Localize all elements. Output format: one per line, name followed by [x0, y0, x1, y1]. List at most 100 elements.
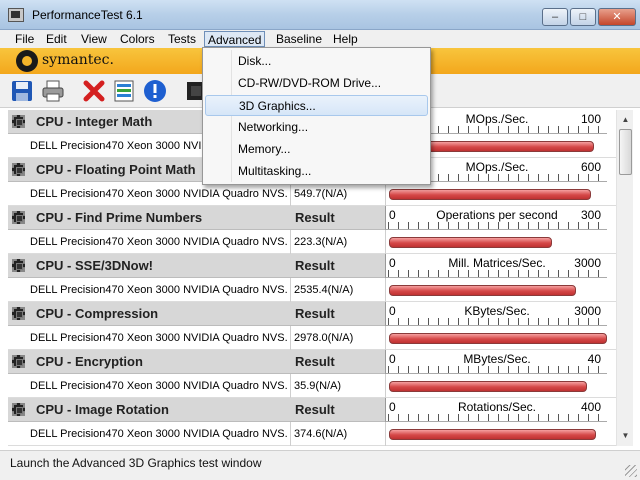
scale-header: 0 MBytes/Sec. 40 [385, 350, 607, 374]
system-name: DELL Precision470 Xeon 3000 NVIDIA Quadr… [30, 332, 288, 344]
status-bar: Launch the Advanced 3D Graphics test win… [0, 450, 640, 480]
menu-item-memory[interactable]: Memory... [205, 139, 428, 160]
scale-header: 0 Operations per second 300 [385, 206, 607, 230]
system-name: DELL Precision470 Xeon 3000 NVIDIA Quadr… [30, 428, 288, 440]
list-icon[interactable] [112, 79, 136, 103]
vertical-scrollbar[interactable]: ▲ ▼ [616, 110, 633, 446]
table-row[interactable]: DELL Precision470 Xeon 3000 NVIDIA Quadr… [8, 326, 616, 350]
result-bar [389, 429, 596, 440]
result-bar [389, 381, 587, 392]
test-block: CPU - Image Rotation Result 0 Rotations/… [8, 398, 616, 446]
resize-grip-icon[interactable] [625, 465, 637, 477]
test-block: CPU - SSE/3DNow! Result 0 Mill. Matrices… [8, 254, 616, 302]
scroll-down-icon[interactable]: ▼ [618, 428, 633, 444]
menu-item-label: Disk... [238, 54, 272, 68]
scroll-up-icon[interactable]: ▲ [618, 112, 633, 128]
result-value: 2535.4(N/A) [294, 284, 354, 296]
scale-max: 300 [580, 208, 601, 222]
result-column-header: Result [295, 306, 335, 321]
test-name: CPU - Encryption [36, 354, 143, 369]
save-icon[interactable] [10, 79, 34, 103]
menu-tests[interactable]: Tests [165, 31, 199, 47]
result-value: 549.7(N/A) [294, 188, 348, 200]
status-text: Launch the Advanced 3D Graphics test win… [10, 456, 262, 470]
scale-max: 600 [580, 160, 601, 174]
info-icon[interactable] [143, 79, 167, 103]
menu-baseline[interactable]: Baseline [273, 31, 325, 47]
menu-item-label: 3D Graphics... [239, 99, 316, 113]
menu-help[interactable]: Help [330, 31, 361, 47]
menu-file[interactable]: File [12, 31, 37, 47]
menu-item-cd-dvd-drive[interactable]: CD-RW/DVD-ROM Drive... [205, 73, 428, 94]
menu-colors[interactable]: Colors [117, 31, 158, 47]
cpu-chip-icon [12, 259, 25, 272]
test-block: CPU - Encryption Result 0 MBytes/Sec. 40… [8, 350, 616, 398]
test-name: CPU - Integer Math [36, 114, 153, 129]
result-column-header: Result [295, 402, 335, 417]
scroll-thumb[interactable] [619, 129, 632, 175]
print-icon[interactable] [41, 79, 65, 103]
minimize-button[interactable]: – [542, 8, 568, 26]
test-header[interactable]: CPU - Compression Result 0 KBytes/Sec. 3… [8, 302, 616, 326]
test-name: CPU - SSE/3DNow! [36, 258, 154, 273]
scale-ticks [388, 318, 605, 325]
test-header[interactable]: CPU - Find Prime Numbers Result 0 Operat… [8, 206, 616, 230]
menu-item-networking[interactable]: Networking... [205, 117, 428, 138]
menu-item-multitasking[interactable]: Multitasking... [205, 161, 428, 182]
menu-item-3d-graphics[interactable]: 3D Graphics... [205, 95, 428, 116]
close-button[interactable]: ✕ [598, 8, 636, 26]
cpu-chip-icon [12, 355, 25, 368]
title-bar: PerformanceTest 6.1 – □ ✕ [0, 0, 640, 30]
delete-icon[interactable] [82, 79, 106, 103]
maximize-button[interactable]: □ [570, 8, 596, 26]
test-block: CPU - Compression Result 0 KBytes/Sec. 3… [8, 302, 616, 350]
result-value: 374.6(N/A) [294, 428, 348, 440]
scale-header: 0 Mill. Matrices/Sec. 3000 [385, 254, 607, 278]
result-value: 35.9(N/A) [294, 380, 342, 392]
menu-item-label: Networking... [238, 120, 309, 134]
scale-max: 100 [580, 112, 601, 126]
scale-unit: MBytes/Sec. [463, 352, 531, 366]
scale-max: 3000 [574, 256, 601, 270]
test-header[interactable]: CPU - Encryption Result 0 MBytes/Sec. 40 [8, 350, 616, 374]
menu-item-label: Multitasking... [238, 164, 312, 178]
scale-max: 3000 [574, 304, 601, 318]
result-column-header: Result [295, 354, 335, 369]
app-icon[interactable] [8, 8, 24, 22]
result-value: 2978.0(N/A) [294, 332, 354, 344]
cpu-chip-icon [12, 163, 25, 176]
result-bar [389, 237, 552, 248]
result-column-header: Result [295, 258, 335, 273]
test-name: CPU - Find Prime Numbers [36, 210, 203, 225]
menu-item-label: Memory... [238, 142, 291, 156]
scale-unit: Operations per second [436, 208, 558, 222]
scale-header: 0 KBytes/Sec. 3000 [385, 302, 607, 326]
result-value: 223.3(N/A) [294, 236, 348, 248]
scale-ticks [388, 222, 605, 229]
table-row[interactable]: DELL Precision470 Xeon 3000 NVIDIA Quadr… [8, 422, 616, 446]
cpu-chip-icon [12, 307, 25, 320]
test-header[interactable]: CPU - Image Rotation Result 0 Rotations/… [8, 398, 616, 422]
test-name: CPU - Image Rotation [36, 402, 169, 417]
test-header[interactable]: CPU - SSE/3DNow! Result 0 Mill. Matrices… [8, 254, 616, 278]
test-name: CPU - Compression [36, 306, 159, 321]
menu-edit[interactable]: Edit [43, 31, 70, 47]
system-name: DELL Precision470 Xeon 3000 NVIDIA Quadr… [30, 188, 288, 200]
menu-view[interactable]: View [78, 31, 110, 47]
cpu-chip-icon [12, 115, 25, 128]
table-row[interactable]: DELL Precision470 Xeon 3000 NVIDIA Quadr… [8, 182, 616, 206]
menu-item-disk[interactable]: Disk... [205, 51, 428, 72]
scale-max: 400 [580, 400, 601, 414]
table-row[interactable]: DELL Precision470 Xeon 3000 NVIDIA Quadr… [8, 230, 616, 254]
table-row[interactable]: DELL Precision470 Xeon 3000 NVIDIA Quadr… [8, 374, 616, 398]
result-bar [389, 285, 576, 296]
menu-bar: File Edit View Colors Tests Advanced Bas… [0, 30, 640, 48]
system-name: DELL Precision470 Xeon 3000 NVIDIA Quadr… [30, 284, 288, 296]
system-name: DELL Precision470 Xeon 3000 NVIDIA Quadr… [30, 236, 288, 248]
table-row[interactable]: DELL Precision470 Xeon 3000 NVIDIA Quadr… [8, 278, 616, 302]
test-name: CPU - Floating Point Math [36, 162, 196, 177]
scale-header: 0 Rotations/Sec. 400 [385, 398, 607, 422]
menu-advanced[interactable]: Advanced [204, 31, 266, 47]
test-block: CPU - Find Prime Numbers Result 0 Operat… [8, 206, 616, 254]
cpu-chip-icon [12, 211, 25, 224]
